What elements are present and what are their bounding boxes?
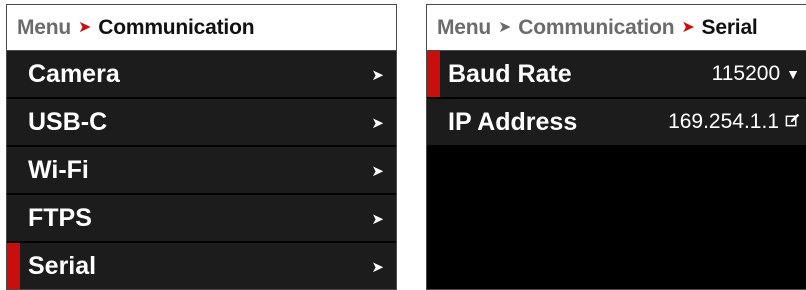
breadcrumb-separator-icon: ➤ [498, 18, 512, 36]
ip-address-field[interactable]: 169.254.1.1 [668, 110, 806, 134]
chevron-down-icon: ▼ [786, 66, 800, 82]
edit-icon[interactable] [785, 110, 800, 134]
chevron-right-icon: ➤ [371, 67, 384, 84]
menu-item-label: Camera [28, 59, 120, 88]
chevron-right-icon: ➤ [371, 211, 384, 228]
breadcrumb-menu[interactable]: Menu [17, 16, 71, 40]
breadcrumb-menu[interactable]: Menu [437, 16, 491, 40]
menu-item-usb-c[interactable]: USB-C ➤ [7, 99, 396, 147]
baud-rate-value: 115200 [711, 62, 781, 85]
chevron-right-icon: ➤ [371, 163, 384, 180]
menu-item-label: USB-C [28, 107, 108, 136]
breadcrumb-communication[interactable]: Communication [518, 16, 674, 40]
communication-menu-panel: Menu ➤ Communication Camera ➤ USB-C ➤ Wi… [6, 4, 397, 290]
breadcrumb-separator-icon: ➤ [78, 18, 92, 36]
chevron-right-icon: ➤ [371, 259, 384, 276]
selection-marker [7, 243, 20, 289]
breadcrumb: Menu ➤ Communication ➤ Serial [427, 5, 806, 51]
setting-ip-address[interactable]: IP Address 169.254.1.1 [427, 99, 806, 147]
selection-marker [427, 51, 440, 97]
menu-item-label: Wi-Fi [28, 155, 89, 184]
menu-item-label: Serial [28, 251, 97, 280]
breadcrumb-current: Serial [701, 15, 758, 39]
breadcrumb-separator-icon: ➤ [681, 18, 695, 36]
menu-item-wi-fi[interactable]: Wi-Fi ➤ [7, 147, 396, 195]
setting-label: Baud Rate [448, 59, 572, 88]
setting-baud-rate[interactable]: Baud Rate 115200 ▼ [427, 51, 806, 99]
menu-item-label: FTPS [28, 203, 92, 232]
breadcrumb-current: Communication [98, 15, 255, 39]
menu-item-ftps[interactable]: FTPS ➤ [7, 195, 396, 243]
baud-rate-dropdown[interactable]: 115200 ▼ [712, 62, 806, 86]
chevron-right-icon: ➤ [371, 115, 384, 132]
menu-item-serial[interactable]: Serial ➤ [7, 243, 396, 289]
menu-item-camera[interactable]: Camera ➤ [7, 51, 396, 99]
breadcrumb: Menu ➤ Communication [7, 5, 396, 51]
serial-settings-panel: Menu ➤ Communication ➤ Serial Baud Rate … [426, 4, 806, 290]
setting-label: IP Address [448, 107, 578, 136]
ip-address-value: 169.254.1.1 [668, 110, 779, 133]
